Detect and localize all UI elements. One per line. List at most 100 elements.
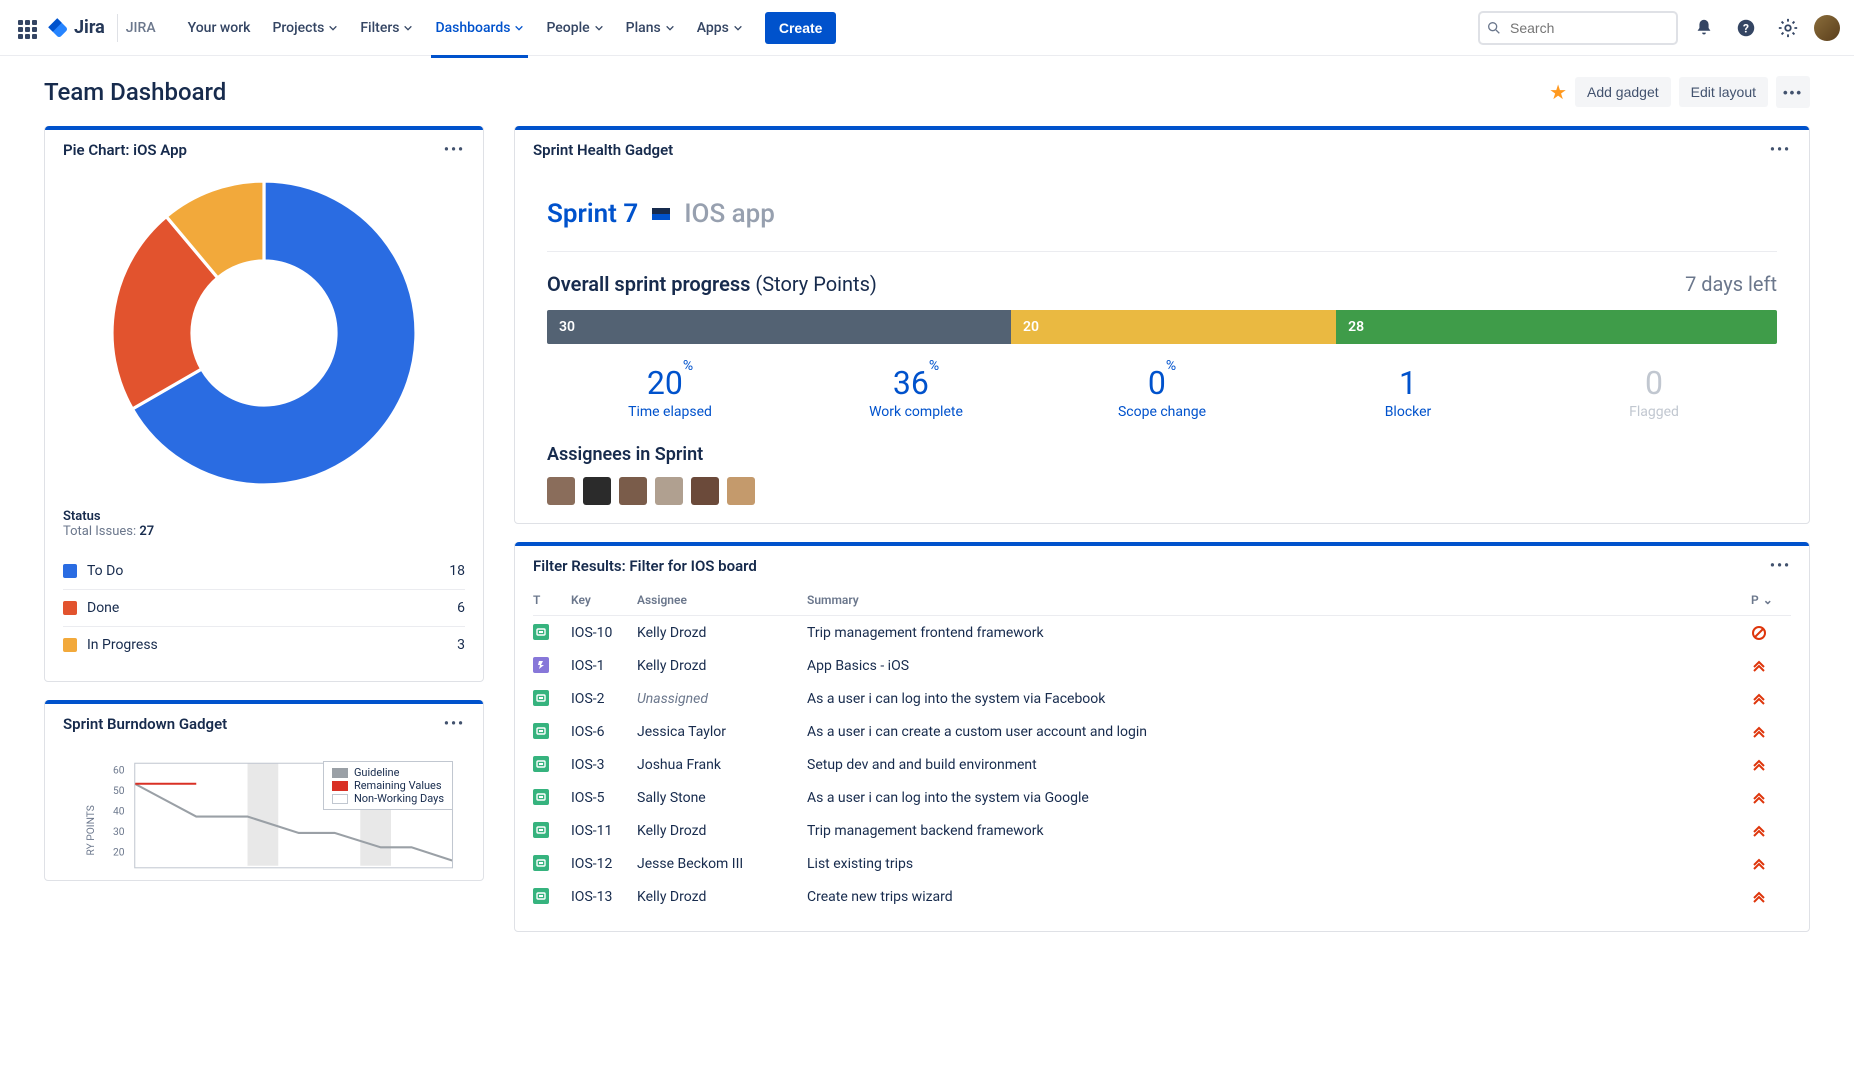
issue-summary[interactable]: As a user i can create a custom user acc… <box>807 724 1741 740</box>
create-button[interactable]: Create <box>765 12 837 44</box>
assignee-avatar[interactable] <box>583 477 611 505</box>
notifications-button[interactable] <box>1688 12 1720 44</box>
nav-item-label: Projects <box>272 20 324 36</box>
help-button[interactable]: ? <box>1730 12 1762 44</box>
more-icon: ••• <box>1783 85 1803 100</box>
issue-summary[interactable]: App Basics - iOS <box>807 658 1741 674</box>
filter-table: T Key Assignee Summary P⌄ IOS-10 Kelly D… <box>533 585 1791 913</box>
nav-item-people[interactable]: People <box>536 12 613 44</box>
issue-assignee[interactable]: Joshua Frank <box>637 757 797 773</box>
issue-assignee[interactable]: Jessica Taylor <box>637 724 797 740</box>
issue-key[interactable]: IOS-12 <box>571 856 627 872</box>
progress-segment: 30 <box>547 310 1011 344</box>
legend-row[interactable]: Done 6 <box>63 590 465 627</box>
assignee-avatar[interactable] <box>547 477 575 505</box>
table-row[interactable]: IOS-11 Kelly Drozd Trip management backe… <box>533 814 1791 847</box>
nav-item-filters[interactable]: Filters <box>350 12 423 44</box>
issue-assignee[interactable]: Kelly Drozd <box>637 625 797 641</box>
priority-icon <box>1751 658 1767 674</box>
gadget-burndown-more-button[interactable]: ••• <box>444 716 465 732</box>
assignee-avatar[interactable] <box>655 477 683 505</box>
table-row[interactable]: IOS-2 Unassigned As a user i can log int… <box>533 682 1791 715</box>
issue-key[interactable]: IOS-5 <box>571 790 627 806</box>
jira-logo[interactable]: Jira <box>46 16 105 40</box>
col-priority[interactable]: P⌄ <box>1751 593 1791 607</box>
table-row[interactable]: IOS-10 Kelly Drozd Trip management front… <box>533 616 1791 649</box>
table-row[interactable]: IOS-1 Kelly Drozd App Basics - iOS <box>533 649 1791 682</box>
edit-layout-button[interactable]: Edit layout <box>1679 77 1768 107</box>
issue-assignee[interactable]: Kelly Drozd <box>637 823 797 839</box>
issue-assignee[interactable]: Sally Stone <box>637 790 797 806</box>
issue-key[interactable]: IOS-13 <box>571 889 627 905</box>
gadget-burndown-title: Sprint Burndown Gadget <box>63 715 227 733</box>
issue-key[interactable]: IOS-10 <box>571 625 627 641</box>
page-title: Team Dashboard <box>44 78 226 106</box>
issue-summary[interactable]: List existing trips <box>807 856 1741 872</box>
burndown-ytick: 60 <box>113 764 125 777</box>
issue-summary[interactable]: Trip management backend framework <box>807 823 1741 839</box>
sprint-metric[interactable]: 36% Work complete <box>793 364 1039 420</box>
sprint-progress-main: Overall sprint progress <box>547 272 750 296</box>
issue-summary[interactable]: Create new trips wizard <box>807 889 1741 905</box>
issue-assignee[interactable]: Unassigned <box>637 691 797 707</box>
issue-key[interactable]: IOS-1 <box>571 658 627 674</box>
gadget-pie-more-button[interactable]: ••• <box>444 142 465 158</box>
issue-key[interactable]: IOS-2 <box>571 691 627 707</box>
legend-row[interactable]: To Do 18 <box>63 553 465 590</box>
table-row[interactable]: IOS-12 Jesse Beckom III List existing tr… <box>533 847 1791 880</box>
sprint-name[interactable]: Sprint 7 <box>547 199 638 229</box>
settings-button[interactable] <box>1772 12 1804 44</box>
issue-assignee[interactable]: Kelly Drozd <box>637 658 797 674</box>
assignee-avatar[interactable] <box>691 477 719 505</box>
issue-summary[interactable]: As a user i can log into the system via … <box>807 691 1741 707</box>
profile-avatar[interactable] <box>1814 15 1840 41</box>
issue-assignee[interactable]: Kelly Drozd <box>637 889 797 905</box>
col-type[interactable]: T <box>533 593 561 607</box>
assignee-avatar[interactable] <box>619 477 647 505</box>
table-row[interactable]: IOS-3 Joshua Frank Setup dev and and bui… <box>533 748 1791 781</box>
page-more-button[interactable]: ••• <box>1776 76 1810 108</box>
pie-chart-svg <box>104 173 424 493</box>
issue-type-cell <box>533 822 561 839</box>
gadget-filter-more-button[interactable]: ••• <box>1770 558 1791 574</box>
nav-item-apps[interactable]: Apps <box>687 12 753 44</box>
metric-label: Scope change <box>1039 404 1285 420</box>
issue-summary[interactable]: Setup dev and and build environment <box>807 757 1741 773</box>
sprint-metric[interactable]: 20% Time elapsed <box>547 364 793 420</box>
gadget-burndown: Sprint Burndown Gadget ••• 6050403020 RY… <box>44 700 484 881</box>
gadget-pie-header: Pie Chart: iOS App ••• <box>45 127 483 169</box>
jira-logo-icon <box>46 16 70 40</box>
dashboard-column-right: Sprint Health Gadget ••• Sprint 7 IOS ap… <box>514 126 1810 950</box>
issue-key[interactable]: IOS-6 <box>571 724 627 740</box>
add-gadget-button[interactable]: Add gadget <box>1575 77 1671 107</box>
table-row[interactable]: IOS-13 Kelly Drozd Create new trips wiza… <box>533 880 1791 913</box>
sprint-metric[interactable]: 1 Blocker <box>1285 364 1531 420</box>
col-summary[interactable]: Summary <box>807 593 1741 607</box>
burndown-ytick: 20 <box>113 846 125 859</box>
issue-summary[interactable]: As a user i can log into the system via … <box>807 790 1741 806</box>
app-switcher-icon[interactable] <box>14 16 38 40</box>
assignee-avatar[interactable] <box>727 477 755 505</box>
legend-label: Done <box>87 600 119 616</box>
nav-item-label: Dashboards <box>435 20 510 36</box>
sprint-metric[interactable]: 0 Flagged <box>1531 364 1777 420</box>
star-icon[interactable]: ★ <box>1549 80 1567 104</box>
sprint-metric[interactable]: 0% Scope change <box>1039 364 1285 420</box>
table-row[interactable]: IOS-6 Jessica Taylor As a user i can cre… <box>533 715 1791 748</box>
table-row[interactable]: IOS-5 Sally Stone As a user i can log in… <box>533 781 1791 814</box>
nav-item-dashboards[interactable]: Dashboards <box>425 12 534 44</box>
nav-item-your-work[interactable]: Your work <box>178 12 261 44</box>
legend-row[interactable]: In Progress 3 <box>63 627 465 663</box>
nav-item-projects[interactable]: Projects <box>262 12 348 44</box>
col-assignee[interactable]: Assignee <box>637 593 797 607</box>
issue-key[interactable]: IOS-11 <box>571 823 627 839</box>
nav-item-plans[interactable]: Plans <box>616 12 685 44</box>
issue-key[interactable]: IOS-3 <box>571 757 627 773</box>
issue-summary[interactable]: Trip management frontend framework <box>807 625 1741 641</box>
gadget-filter-header: Filter Results: Filter for IOS board ••• <box>515 543 1809 585</box>
search-input[interactable] <box>1478 11 1678 45</box>
issue-assignee[interactable]: Jesse Beckom III <box>637 856 797 872</box>
gadget-sprint-more-button[interactable]: ••• <box>1770 142 1791 158</box>
metric-value: 1 <box>1285 364 1531 402</box>
col-key[interactable]: Key <box>571 593 627 607</box>
